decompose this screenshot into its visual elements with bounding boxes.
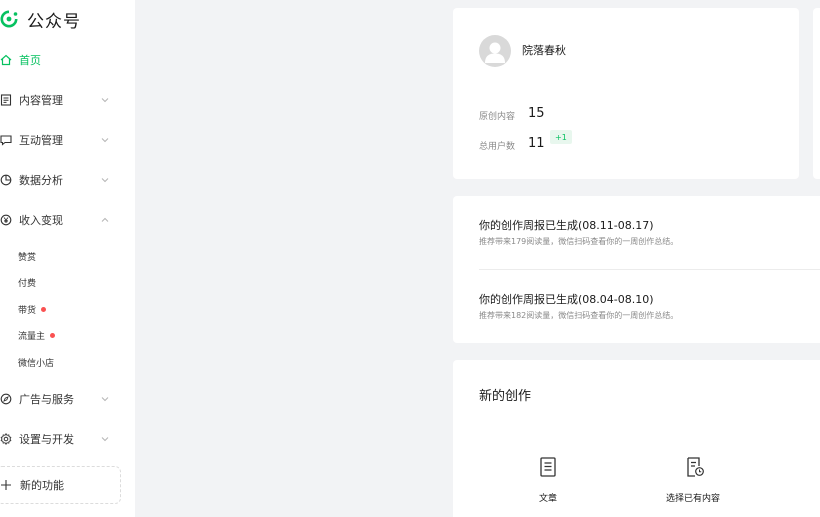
chevron-up-icon <box>101 217 109 222</box>
new-creation-title: 新的创作 <box>479 389 532 404</box>
divider <box>479 269 820 270</box>
sidebar-item-label: 收入变现 <box>19 214 63 227</box>
notification-dot <box>50 332 56 338</box>
sidebar-item-label: 内容管理 <box>19 94 63 107</box>
weekly-reports-card: 你的创作周报已生成(08.11-08.17) 推荐带来179阅读量，微信扫码查看… <box>453 196 820 343</box>
notification-dot <box>41 306 47 312</box>
sidebar: 公众号 首页 内容管理 互动管理 数据分析 收入变现 赞赏 付费 带货 流量主 … <box>0 0 135 517</box>
account-card: 院落春秋 原创内容 15 总用户数 11 +1 <box>453 8 799 179</box>
yen-icon <box>0 214 12 226</box>
report-desc: 推荐带来182阅读量，微信扫码查看你的一周创作总结。 <box>479 311 679 320</box>
article-icon[interactable] <box>537 456 559 478</box>
existing-content-icon[interactable] <box>684 456 706 478</box>
chevron-down-icon <box>101 437 109 442</box>
stat-label-users: 总用户数 <box>479 142 516 152</box>
side-card <box>813 8 820 179</box>
stat-label-original: 原创内容 <box>479 112 516 122</box>
stat-value-users[interactable]: 11 <box>528 136 545 151</box>
sidebar-subitem-label: 微信小店 <box>18 358 55 369</box>
plus-icon <box>1 480 11 490</box>
sidebar-subitem-label: 带货 <box>18 305 37 316</box>
message-icon <box>0 135 12 146</box>
new-creation-card: 新的创作 文章 选择已有内容 <box>453 360 820 517</box>
gear-icon <box>0 433 12 445</box>
sidebar-item-settings-dev[interactable]: 设置与开发 <box>0 428 120 450</box>
brand-name: 公众号 <box>27 11 81 32</box>
sidebar-item-label: 首页 <box>19 54 41 67</box>
sidebar-subitem-ecommerce[interactable]: 带货 <box>18 301 47 317</box>
sidebar-item-label: 广告与服务 <box>19 393 74 406</box>
report-title[interactable]: 你的创作周报已生成(08.04-08.10) <box>479 291 654 307</box>
sidebar-subitem-label: 赞赏 <box>18 252 37 263</box>
brand[interactable]: 公众号 <box>0 7 81 32</box>
avatar[interactable] <box>479 35 511 67</box>
sidebar-item-content[interactable]: 内容管理 <box>0 89 120 111</box>
create-article-label[interactable]: 文章 <box>539 491 557 504</box>
sidebar-item-label: 数据分析 <box>19 174 63 187</box>
wechat-official-account-logo-icon <box>0 10 18 28</box>
pie-chart-icon <box>0 174 12 186</box>
sidebar-item-monetization[interactable]: 收入变现 <box>0 209 120 231</box>
sidebar-subitem-label: 流量主 <box>18 331 46 342</box>
document-icon <box>0 94 12 106</box>
sidebar-subitem-paid[interactable]: 付费 <box>18 274 36 290</box>
stat-value-original[interactable]: 15 <box>528 106 545 121</box>
new-function-button[interactable]: 新的功能 <box>0 466 121 504</box>
sidebar-item-interaction[interactable]: 互动管理 <box>0 129 120 151</box>
new-function-label: 新的功能 <box>20 479 64 492</box>
user-growth-badge: +1 <box>550 130 572 144</box>
chevron-down-icon <box>101 138 109 143</box>
create-existing-label[interactable]: 选择已有内容 <box>666 491 720 504</box>
sidebar-item-label: 互动管理 <box>19 134 63 147</box>
sidebar-item-ads-services[interactable]: 广告与服务 <box>0 388 120 410</box>
report-desc: 推荐带来179阅读量，微信扫码查看你的一周创作总结。 <box>479 237 679 246</box>
default-avatar-icon <box>485 42 505 63</box>
sidebar-subitem-traffic-master[interactable]: 流量主 <box>18 327 56 343</box>
sidebar-subitem-label: 付费 <box>18 278 37 289</box>
home-icon <box>0 54 12 66</box>
report-title[interactable]: 你的创作周报已生成(08.11-08.17) <box>479 217 654 233</box>
sidebar-item-analytics[interactable]: 数据分析 <box>0 169 120 191</box>
chevron-down-icon <box>101 397 109 402</box>
chevron-down-icon <box>101 178 109 183</box>
compass-icon <box>0 393 12 405</box>
sidebar-subitem-appreciation[interactable]: 赞赏 <box>18 248 36 264</box>
sidebar-item-home[interactable]: 首页 <box>0 49 120 71</box>
chevron-down-icon <box>101 98 109 103</box>
sidebar-item-label: 设置与开发 <box>19 433 74 446</box>
sidebar-subitem-wechat-store[interactable]: 微信小店 <box>18 354 54 370</box>
account-name[interactable]: 院落春秋 <box>522 42 566 58</box>
